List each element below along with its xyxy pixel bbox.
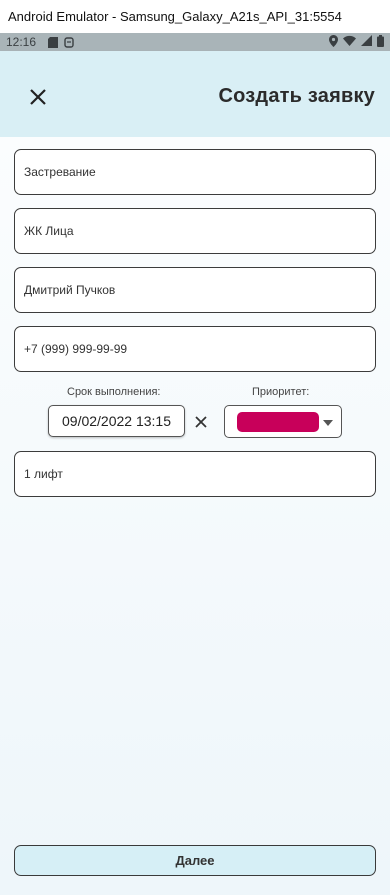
status-time: 12:16: [6, 35, 37, 49]
object-input[interactable]: [24, 467, 366, 481]
priority-label: Приоритет:: [252, 386, 310, 398]
deadline-picker[interactable]: 09/02/2022 13:15: [48, 405, 185, 437]
priority-color-swatch: [237, 412, 319, 432]
phone-input[interactable]: [24, 342, 366, 356]
priority-select[interactable]: [224, 405, 342, 438]
signal-icon: [361, 35, 372, 49]
object-field[interactable]: [14, 451, 376, 497]
android-status-bar: 12:16: [0, 33, 390, 51]
contact-name-field[interactable]: [14, 267, 376, 313]
page-title: Создать заявку: [218, 85, 375, 107]
address-input[interactable]: [24, 224, 366, 238]
problem-field[interactable]: [14, 149, 376, 195]
chevron-down-icon: [323, 420, 333, 426]
clear-date-icon[interactable]: [193, 414, 209, 430]
emulator-window-title: Android Emulator - Samsung_Galaxy_A21s_A…: [0, 0, 390, 33]
contact-name-input[interactable]: [24, 283, 366, 297]
app-bar: Создать заявку: [0, 51, 390, 137]
request-form: Срок выполнения: Приоритет: 09/02/2022 1…: [0, 137, 390, 895]
next-button[interactable]: Далее: [14, 845, 376, 876]
problem-input[interactable]: [24, 165, 366, 179]
phone-field[interactable]: [14, 326, 376, 372]
close-icon[interactable]: [26, 85, 50, 109]
wifi-icon: [343, 35, 356, 49]
battery-icon: [377, 34, 384, 50]
location-icon: [329, 34, 338, 50]
address-field[interactable]: [14, 208, 376, 254]
storage-icon: [64, 36, 74, 48]
deadline-label: Срок выполнения:: [67, 386, 161, 398]
sd-card-icon: [48, 36, 59, 48]
